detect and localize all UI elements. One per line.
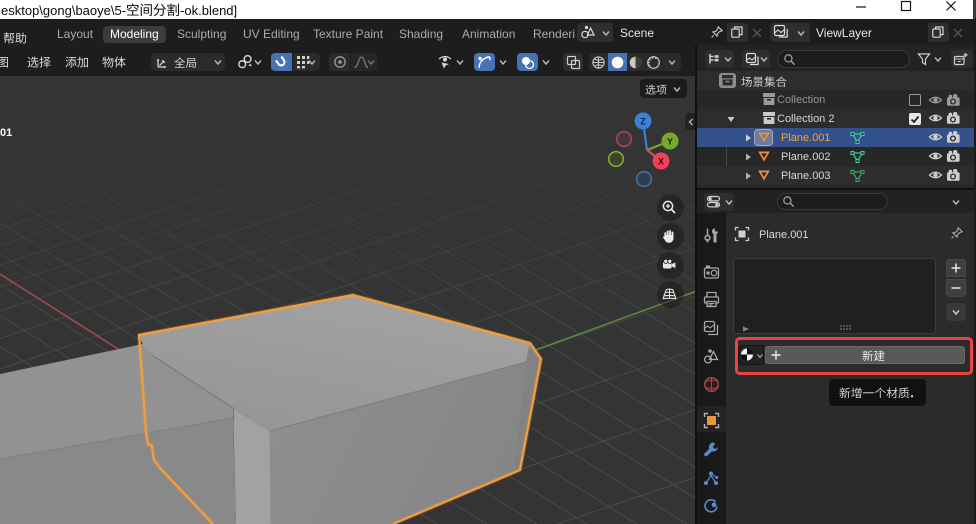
svg-text:Z: Z xyxy=(640,117,646,127)
svg-text:X: X xyxy=(658,157,664,167)
svg-text:Y: Y xyxy=(667,137,673,147)
